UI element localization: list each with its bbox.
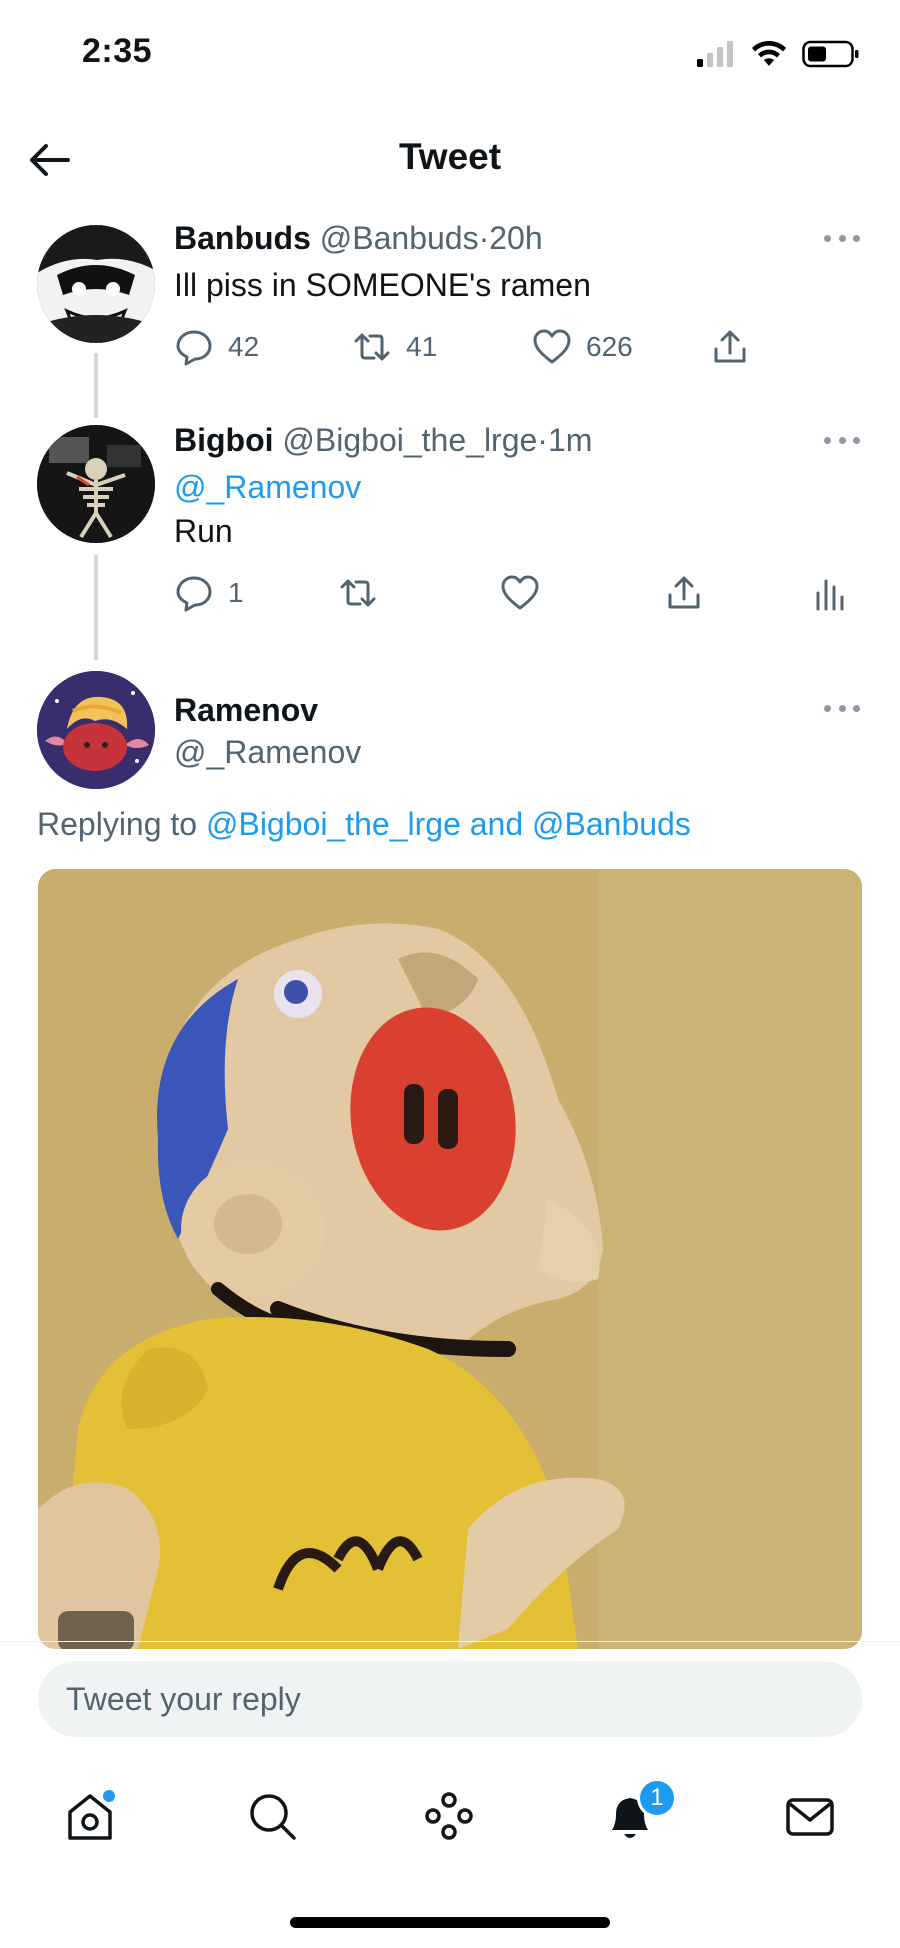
divider xyxy=(0,1641,900,1642)
reply-icon xyxy=(176,330,212,366)
reply-button[interactable]: 1 xyxy=(174,573,244,613)
reply-button[interactable]: 42 xyxy=(174,327,259,367)
avatar-image xyxy=(37,425,155,543)
search-icon[interactable] xyxy=(244,1788,300,1844)
tweet-media[interactable] xyxy=(38,869,862,1649)
retweet-icon xyxy=(340,579,376,607)
timestamp: 20h xyxy=(489,220,543,256)
avatar[interactable] xyxy=(37,225,155,343)
notification-count: 1 xyxy=(650,1784,664,1811)
wifi-icon xyxy=(752,40,786,66)
share-button[interactable] xyxy=(710,327,750,367)
share-icon xyxy=(714,330,746,363)
heart-icon xyxy=(533,329,571,364)
display-name[interactable]: Banbuds xyxy=(174,220,311,256)
reply-icon xyxy=(176,576,212,612)
more-options-icon[interactable] xyxy=(824,705,860,715)
separator-dot: · xyxy=(478,220,490,256)
mention-link[interactable]: @_Ramenov xyxy=(174,469,361,506)
share-button[interactable] xyxy=(664,573,704,613)
display-name[interactable]: Bigboi xyxy=(174,422,274,458)
messages-icon[interactable] xyxy=(782,1788,838,1844)
analytics-button[interactable] xyxy=(810,573,850,613)
avatar[interactable] xyxy=(37,671,155,789)
page-title: Tweet xyxy=(398,136,502,177)
tweet-header: Bigboi @Bigboi_the_lrge·1m xyxy=(174,422,592,459)
home-indicator xyxy=(290,1917,610,1928)
retweet-icon xyxy=(354,333,390,361)
thread-line xyxy=(94,353,98,418)
gif-image xyxy=(38,869,862,1649)
status-time: 2:35 xyxy=(82,32,153,70)
retweet-button[interactable] xyxy=(338,573,378,613)
user-handle[interactable]: @Bigboi_the_lrge xyxy=(282,422,537,458)
reply-input[interactable]: Tweet your reply xyxy=(38,1661,862,1737)
analytics-icon xyxy=(816,579,844,611)
avatar[interactable] xyxy=(37,425,155,543)
status-icons xyxy=(696,40,860,68)
share-icon xyxy=(668,576,700,609)
like-count: 626 xyxy=(586,331,633,362)
like-button[interactable]: 626 xyxy=(532,327,633,367)
timestamp: 1m xyxy=(547,422,593,458)
battery-icon xyxy=(802,40,859,68)
tab-bar: 1 xyxy=(0,1760,900,1870)
notification-badge: 1 xyxy=(637,1778,677,1818)
retweet-count: 41 xyxy=(406,331,438,362)
thread-line xyxy=(94,555,98,660)
display-name-text: Ramenov xyxy=(174,692,319,728)
tweet-text: Ill piss in SOMEONE's ramen xyxy=(174,267,591,303)
user-handle[interactable]: @Banbuds xyxy=(320,220,479,256)
back-arrow-icon[interactable] xyxy=(24,136,72,184)
tweet-text: Run xyxy=(174,513,233,549)
more-options-icon[interactable] xyxy=(824,235,860,245)
tweet-header: Banbuds @Banbuds·20h xyxy=(174,220,543,257)
spaces-icon[interactable] xyxy=(421,1788,477,1844)
avatar-image xyxy=(37,671,155,789)
replying-to-users[interactable]: @Bigboi_the_lrge and @Banbuds xyxy=(206,806,691,842)
separator-dot: · xyxy=(537,422,548,458)
heart-icon xyxy=(501,575,539,610)
cellular-signal-icon xyxy=(697,41,733,67)
replying-to: Replying to @Bigboi_the_lrge and @Banbud… xyxy=(37,806,691,843)
reply-count: 1 xyxy=(228,577,244,608)
avatar-image xyxy=(37,225,155,343)
reply-count: 42 xyxy=(228,331,260,362)
more-options-icon[interactable] xyxy=(824,437,860,447)
display-name[interactable]: Ramenov xyxy=(174,692,318,729)
like-button[interactable] xyxy=(500,573,540,613)
home-icon[interactable] xyxy=(62,1788,118,1844)
replying-to-prefix: Replying to xyxy=(37,806,198,842)
user-handle[interactable]: @_Ramenov xyxy=(174,734,361,771)
retweet-button[interactable]: 41 xyxy=(352,327,437,367)
